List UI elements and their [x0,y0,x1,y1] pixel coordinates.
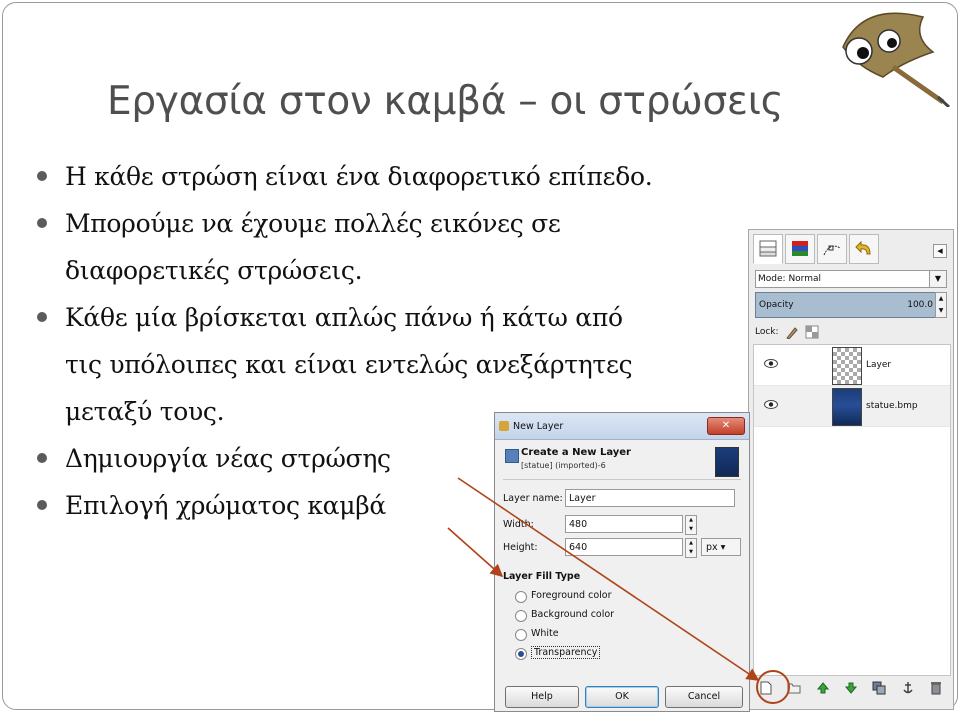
mode-label: Mode: [758,274,786,284]
bullet-text-line: Κάθε μία βρίσκεται απλώς πάνω ή κάτω από [65,303,623,332]
lower-layer-button[interactable] [844,681,858,695]
ok-button[interactable]: OK [585,686,659,708]
new-layer-dialog: New Layer ✕ Create a New Layer [statue] … [494,412,750,712]
fill-type-title: Layer Fill Type [503,571,581,582]
undo-tab[interactable] [849,234,879,264]
layer-list: Layer statue.bmp [753,344,951,676]
dialog-title: New Layer [513,421,564,432]
gimp-mascot-icon [842,12,951,107]
image-preview-thumbnail [715,447,739,477]
bullet-text-line: Μπορούμε να έχουμε πολλές εικόνες σε [65,209,561,238]
dialog-heading: Create a New Layer [521,447,631,458]
width-row: Width: 480 ▲ ▼ [503,515,743,535]
height-spinner[interactable]: ▲ ▼ [685,538,697,558]
mode-select[interactable]: Mode: Normal [755,270,933,288]
width-label: Width: [503,519,534,530]
layer-name-row: Layer name: Layer [503,489,743,509]
panel-menu-button[interactable]: ◀ [933,244,947,258]
bullet-text: Η κάθε στρώση είναι ένα διαφορετικό επίπ… [65,162,653,191]
mode-value: Normal [788,274,822,284]
opacity-row: Opacity 100.0 ▲ ▼ [755,292,947,318]
unit-select[interactable]: px ▾ [701,538,741,556]
new-layer-highlight-circle [756,670,790,704]
mode-dropdown-button[interactable]: ▼ [929,270,947,288]
paths-tab[interactable] [817,234,847,264]
lower-layer-icon [844,682,857,694]
duplicate-layer-button[interactable] [872,681,886,695]
anchor-layer-button[interactable] [901,681,915,695]
fill-option-label: White [531,628,559,639]
opacity-spinner[interactable]: ▲ ▼ [935,292,947,318]
delete-layer-icon [930,682,941,695]
channels-tab-icon [792,241,808,256]
radio-button[interactable] [515,629,527,641]
raise-layer-button[interactable] [816,681,830,695]
bullet-dot-icon [37,500,47,510]
fill-option-label: Transparency [531,646,601,659]
layer-name: statue.bmp [866,401,918,411]
dialog-header: Create a New Layer [statue] (imported)-6 [503,447,741,480]
undo-tab-icon [855,240,871,255]
raise-layer-icon [816,682,829,694]
layers-panel: ◀ Mode: Normal ▼ Opacity 100.0 ▲ ▼ Lock: … [748,229,954,710]
layers-tab-icon [759,240,777,257]
bullet-dot-icon [37,312,47,322]
lock-alpha-icon[interactable] [805,325,819,339]
height-input[interactable]: 640 [565,538,683,556]
dialog-close-button[interactable]: ✕ [707,417,745,435]
fill-option-label: Foreground color [531,590,612,601]
visibility-eye-icon[interactable] [764,359,778,368]
opacity-label: Opacity [759,300,794,310]
delete-layer-button[interactable] [929,681,943,695]
cancel-button[interactable]: Cancel [665,686,743,708]
dialog-titlebar: New Layer ✕ [495,413,749,440]
bullet-dot-icon [37,218,47,228]
dock-tabs [753,234,881,266]
layer-thumbnail [832,388,862,426]
bullet-text-line: διαφορετικές στρώσεις. [65,256,363,285]
bullet-dot-icon [37,453,47,463]
anchor-layer-icon [903,682,913,694]
layer-row[interactable]: statue.bmp [754,386,950,427]
slide-title: Εργασία στον καμβά – οι στρώσεις [107,79,784,124]
layer-name-label: Layer name: [503,493,563,504]
layer-thumbnail [832,347,862,385]
bullet-item: Η κάθε στρώση είναι ένα διαφορετικό επίπ… [33,153,753,200]
fill-option-label: Background color [531,609,615,620]
height-row: Height: 640 ▲ ▼ px ▾ [503,538,743,558]
new-layer-header-icon [505,449,519,463]
gimp-app-icon [499,421,509,431]
radio-button[interactable] [515,591,527,603]
width-spinner[interactable]: ▲ ▼ [685,515,697,535]
channels-tab[interactable] [785,234,815,264]
layer-row[interactable]: Layer [754,345,950,386]
height-label: Height: [503,542,538,553]
mode-row: Mode: Normal ▼ [755,270,947,288]
opacity-slider[interactable]: Opacity 100.0 [755,292,937,318]
bullet-dot-icon [37,171,47,181]
width-input[interactable]: 480 [565,515,683,533]
layer-name: Layer [866,360,892,370]
duplicate-layer-icon [872,681,886,695]
dialog-subheading: [statue] (imported)-6 [521,461,606,470]
layer-name-input[interactable]: Layer [565,489,735,507]
visibility-eye-icon[interactable] [764,400,778,409]
help-button[interactable]: Help [505,686,579,708]
bullet-text-line: τις υπόλοιπες και είναι εντελώς ανεξάρτη… [65,350,633,379]
lock-paint-icon[interactable] [785,325,799,339]
layers-tab[interactable] [753,234,783,264]
radio-button[interactable] [515,610,527,622]
opacity-value: 100.0 [907,300,933,310]
bullet-item: Μπορούμε να έχουμε πολλές εικόνες σε δια… [33,200,753,294]
paths-tab-icon [823,245,841,256]
lock-label: Lock: [755,327,779,337]
lock-row: Lock: [755,324,819,340]
unit-value: px [706,542,718,553]
radio-button-selected[interactable] [515,648,527,660]
